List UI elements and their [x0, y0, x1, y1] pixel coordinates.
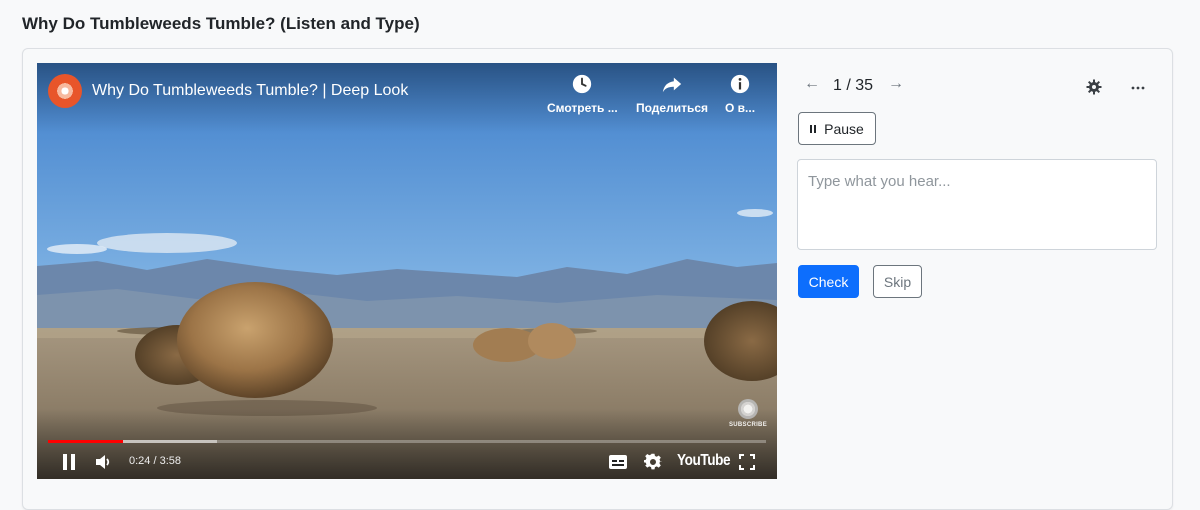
pause-button[interactable]: Pause [798, 112, 876, 145]
captions-button[interactable] [607, 452, 629, 472]
captions-icon [609, 455, 627, 469]
more-options-button[interactable] [1128, 77, 1148, 97]
video-title[interactable]: Why Do Tumbleweeds Tumble? | Deep Look [92, 82, 408, 100]
play-pause-button[interactable] [59, 452, 79, 472]
info-label: О в... [725, 101, 756, 115]
progress-played [48, 440, 124, 443]
previous-button[interactable]: ← [804, 75, 820, 93]
info-button[interactable]: О в... [725, 73, 755, 115]
pause-label: Pause [824, 120, 864, 137]
player-settings-button[interactable] [642, 452, 664, 472]
channel-avatar[interactable] [48, 74, 82, 108]
subscribe-label: SUBSCRIBE [728, 422, 767, 428]
fullscreen-button[interactable] [737, 452, 757, 472]
gear-icon [644, 453, 662, 470]
sentence-counter: 1 / 35 [833, 77, 874, 94]
pause-icon [810, 124, 817, 133]
check-button[interactable]: Check [798, 265, 859, 298]
fullscreen-icon [739, 454, 755, 470]
share-icon [662, 77, 682, 93]
watch-later-button[interactable]: Смотреть ... [547, 73, 618, 115]
share-button[interactable]: Поделиться [636, 73, 708, 115]
video-player[interactable]: Why Do Tumbleweeds Tumble? | Deep Look С… [37, 63, 777, 479]
volume-icon [96, 455, 110, 469]
subscribe-watermark[interactable]: SUBSCRIBE [729, 399, 767, 428]
clock-icon [573, 74, 592, 94]
skip-button[interactable]: Skip [873, 265, 922, 298]
share-label: Поделиться [636, 101, 709, 115]
settings-button[interactable] [1084, 77, 1104, 97]
pause-icon [63, 454, 75, 470]
more-horizontal-icon [1131, 86, 1145, 90]
arrow-right-icon: → [888, 75, 904, 92]
next-button[interactable]: → [888, 75, 904, 93]
time-display: 0:24 / 3:58 [129, 455, 181, 467]
arrow-left-icon: ← [804, 75, 820, 92]
watch-later-label: Смотреть ... [547, 101, 618, 115]
bottom-overlay [37, 409, 777, 479]
progress-bar[interactable] [48, 440, 766, 443]
mute-button[interactable] [93, 452, 113, 472]
youtube-logo[interactable]: YouTube [677, 452, 731, 470]
info-icon [730, 74, 750, 94]
answer-input[interactable] [797, 159, 1157, 250]
subscribe-logo-icon [737, 399, 758, 419]
gear-icon [1086, 79, 1102, 95]
page-title: Why Do Tumbleweeds Tumble? (Listen and T… [22, 14, 420, 33]
